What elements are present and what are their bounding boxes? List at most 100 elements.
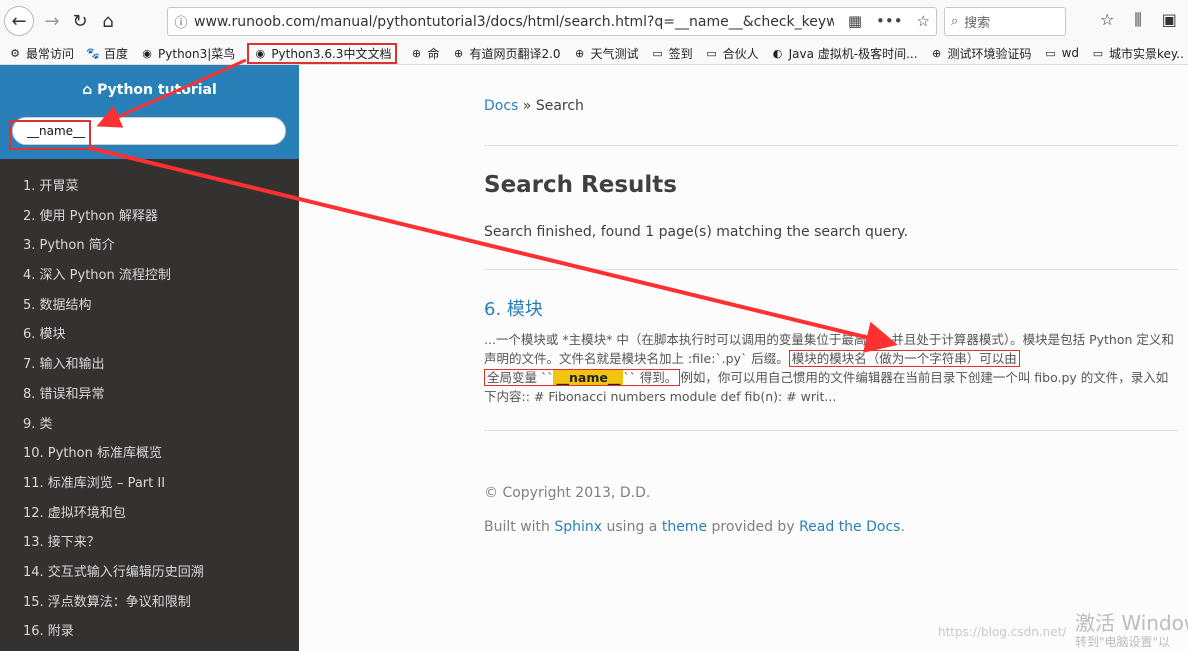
bookmark-star-icon[interactable]: ☆ <box>917 12 930 30</box>
folder-icon: ▭ <box>652 46 663 60</box>
breadcrumb-separator: » <box>522 98 532 114</box>
bookmark-label: 城市实景key.. <box>1109 46 1184 61</box>
bookmark-item[interactable]: ▭ 合伙人 <box>705 43 759 64</box>
read-the-docs-link[interactable]: Read the Docs <box>799 519 900 535</box>
divider <box>484 145 1179 146</box>
toc-item[interactable]: 8. 错误和异常 <box>0 380 299 410</box>
reload-icon: ↻ <box>72 10 88 32</box>
sidebar-header: ⌂ Python tutorial <box>0 65 299 159</box>
page-title: Search Results <box>484 172 677 198</box>
bookmark-label: wd <box>1061 46 1079 60</box>
bookmark-item[interactable]: ◉ Python3|菜鸟 <box>140 43 235 64</box>
more-icon[interactable]: ••• <box>876 12 903 30</box>
back-button[interactable]: ← <box>4 6 34 36</box>
toc-list: 1. 开胃菜 2. 使用 Python 解释器 3. Python 简介 4. 深入 … <box>0 159 299 647</box>
folder-icon: ▭ <box>1092 46 1104 60</box>
bookmark-item[interactable]: 🐾 百度 <box>86 43 128 64</box>
toc-item[interactable]: 2. 使用 Python 解释器 <box>0 202 299 232</box>
toc-item[interactable]: 15. 浮点数算法：争议和限制 <box>0 588 299 618</box>
home-icon: ⌂ <box>82 82 98 98</box>
paw-icon: 🐾 <box>86 46 100 60</box>
sphinx-link[interactable]: Sphinx <box>554 519 602 535</box>
main-content: Docs » Search Search Results Search fini… <box>299 65 1188 651</box>
bookmark-item[interactable]: ▭ wd <box>1044 43 1079 64</box>
toc-item[interactable]: 13. 接下来？ <box>0 528 299 558</box>
search-icon: ⌕ <box>951 14 959 29</box>
runoob-icon: ◉ <box>255 46 266 60</box>
bookmarks-bar: ⚙ 最常访问 🐾 百度 ◉ Python3|菜鸟 ◉ Python3.6.3中文文档 ⊕ 命 ⊕ 有道… <box>0 42 1188 65</box>
runoob-icon: ◉ <box>142 46 152 60</box>
folder-icon: ▭ <box>706 46 717 60</box>
bookmark-item[interactable]: ⊕ 天气测试 <box>573 43 639 64</box>
back-arrow-icon: ← <box>11 10 27 32</box>
search-status: Search finished, found 1 page(s) matchin… <box>484 224 908 240</box>
toc-item[interactable]: 5. 数据结构 <box>0 291 299 321</box>
breadcrumb-docs-link[interactable]: Docs <box>484 98 518 114</box>
bookmark-label: Python3.6.3中文文档 <box>271 46 392 61</box>
windows-activation-title: 激活 Windows <box>1075 611 1188 635</box>
sidebar-toggle-icon[interactable]: ▣ <box>1162 10 1177 30</box>
globe-icon: ⊕ <box>931 46 942 60</box>
browser-search-box[interactable]: ⌕ 搜索 <box>944 7 1066 36</box>
breadcrumb-current: Search <box>535 98 584 114</box>
toc-item[interactable]: 6. 模块 <box>0 320 299 350</box>
bookmark-label: 有道网页翻译2.0 <box>469 46 561 61</box>
bookmark-label: 合伙人 <box>722 46 759 61</box>
bookmark-label: 最常访问 <box>26 46 75 61</box>
bookmark-label: 命 <box>427 46 440 61</box>
toc-item[interactable]: 16. 附录 <box>0 617 299 647</box>
toc-item[interactable]: 9. 类 <box>0 410 299 440</box>
home-button[interactable]: ⌂ <box>94 7 122 35</box>
qr-code-icon[interactable]: ▦ <box>848 12 862 30</box>
bookmark-item[interactable]: ▭ 签到 <box>651 43 693 64</box>
footer-built-with: Built with Sphinx using a theme provided… <box>484 519 905 535</box>
toc-item[interactable]: 11. 标准库浏览 – Part II <box>0 469 299 499</box>
info-icon[interactable]: ⓘ <box>168 12 194 31</box>
toc-item[interactable]: 4. 深入 Python 流程控制 <box>0 261 299 291</box>
footer-copyright: © Copyright 2013, D.D. <box>484 485 651 501</box>
folder-icon: ▭ <box>1045 46 1056 60</box>
highlighted-term: __name__ <box>553 370 624 385</box>
geek-icon: ◐ <box>772 46 783 60</box>
globe-icon: ⊕ <box>453 46 464 60</box>
bookmark-item[interactable]: ▭ 城市实景key.. <box>1091 43 1184 64</box>
annotation-box-module-name: 模块的模块名（做为一个字符串）可以由 <box>788 350 1020 367</box>
toc-item[interactable]: 12. 虚拟环境和包 <box>0 499 299 529</box>
toc-item[interactable]: 14. 交互式输入行编辑历史回溯 <box>0 558 299 588</box>
forward-button[interactable]: → <box>38 7 66 35</box>
watermark: https://blog.csdn.net/ <box>938 625 1067 639</box>
sidebar-title[interactable]: ⌂ Python tutorial <box>0 82 299 98</box>
toc-item[interactable]: 1. 开胃菜 <box>0 172 299 202</box>
toc-item[interactable]: 7. 输入和输出 <box>0 350 299 380</box>
url-bar[interactable]: ⓘ www.runoob.com/manual/pythontutorial3/… <box>167 7 937 36</box>
bookmark-item[interactable]: ◐ Java 虚拟机-极客时间... <box>771 43 918 64</box>
toc-item[interactable]: 3. Python 简介 <box>0 231 299 261</box>
globe-icon: ⊕ <box>411 46 422 60</box>
bookmark-label: 测试环境验证码 <box>947 46 1032 61</box>
browser-toolbar: ← → ↻ ⌂ ⓘ www.runoob.com/manual/pythontu… <box>0 0 1188 42</box>
result-link[interactable]: 6. 模块 <box>484 295 543 321</box>
search-placeholder: 搜索 <box>964 16 991 31</box>
url-text[interactable]: www.runoob.com/manual/pythontutorial3/do… <box>194 14 834 30</box>
bookmark-item[interactable]: ⊕ 命 <box>409 43 440 64</box>
globe-icon: ⊕ <box>574 46 585 60</box>
divider <box>484 269 1179 270</box>
bookmark-label: 签到 <box>668 46 693 61</box>
sidebar: ⌂ Python tutorial 1. 开胃菜2. 使用 Python 解释器… <box>0 65 299 651</box>
library-icon[interactable]: ⫼ <box>1134 10 1141 30</box>
theme-link[interactable]: theme <box>662 519 707 535</box>
annotation-box-global-var: 全局变量 `` __name__ `` 得到。 <box>484 369 681 386</box>
home-icon: ⌂ <box>102 10 114 32</box>
bookmark-item[interactable]: ⊕ 有道网页翻译2.0 <box>451 43 561 64</box>
result-snippet: ...一个模块或 *主模块* 中（在脚本执行时可以调用的变量集位于最高级，并且处… <box>484 332 1174 404</box>
reload-button[interactable]: ↻ <box>66 7 94 35</box>
bookmark-item[interactable]: ⚙ 最常访问 <box>8 43 74 64</box>
gear-icon: ⚙ <box>10 46 20 60</box>
breadcrumb: Docs » Search <box>484 98 584 114</box>
bookmark-label: Python3|菜鸟 <box>158 46 236 61</box>
divider <box>484 430 1179 431</box>
bookmarks-star-icon[interactable]: ☆ <box>1100 10 1114 30</box>
bookmark-item[interactable]: ⊕ 测试环境验证码 <box>930 43 1032 64</box>
toc-item[interactable]: 10. Python 标准库概览 <box>0 439 299 469</box>
bookmark-item[interactable]: ◉ Python3.6.3中文文档 <box>247 42 398 64</box>
